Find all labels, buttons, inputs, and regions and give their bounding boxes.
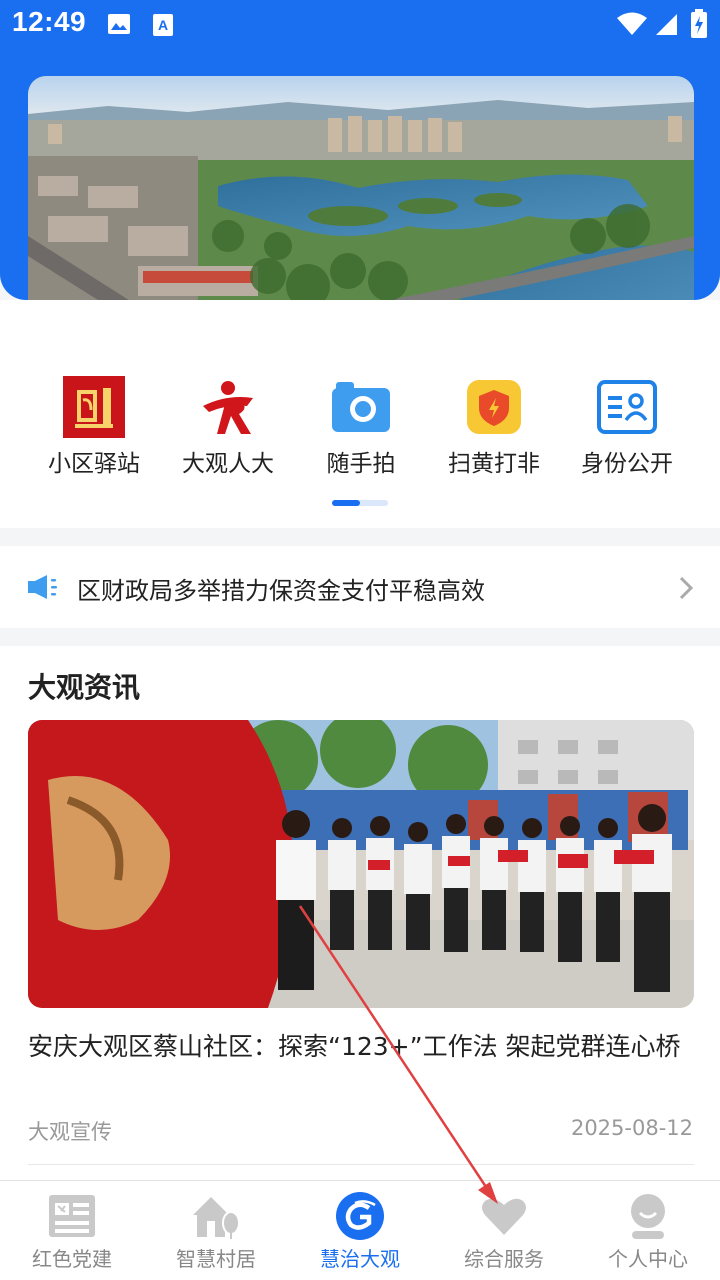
shortcut-label: 大观人大 [182, 451, 274, 477]
shortcut-label: 小区驿站 [48, 451, 140, 477]
camera-icon [332, 382, 390, 432]
tab-smart-village[interactable]: 智慧村居 [144, 1181, 288, 1280]
shortcut-npc[interactable]: 大观人大 [161, 372, 295, 482]
shortcut-community-station[interactable]: 小区驿站 [27, 372, 161, 482]
status-bar: 12:49 A [0, 0, 720, 50]
notice-text: 区财政局多举措力保资金支付平稳高效 [77, 577, 485, 605]
tab-label: 红色党建 [32, 1247, 112, 1271]
shortcut-anti-porn[interactable]: 扫黄打非 [427, 372, 561, 482]
news-title[interactable]: 安庆大观区蔡山社区：探索“123+”工作法 架起党群连心桥 [28, 1026, 694, 1068]
house-tree-icon [193, 1197, 240, 1239]
shortcut-label: 身份公开 [581, 451, 673, 477]
battery-charging-icon [691, 9, 707, 38]
tab-label: 个人中心 [608, 1247, 688, 1271]
news-date: 2025-08-12 [570, 1116, 693, 1140]
chevron-right-icon [679, 576, 694, 600]
shortcut-identity[interactable]: 身份公开 [560, 372, 694, 482]
tab-smart-governance[interactable]: 慧治大观 [288, 1181, 432, 1280]
bottom-tab-bar: 红色党建 智慧村居 慧治大观 综合服务 个人中心 [0, 1180, 720, 1280]
news-section: 大观资讯 安庆大观区蔡山社区：探索“123+”工作法 架起党群连心桥 大观宣传 … [0, 646, 720, 1186]
app-logo-icon [336, 1192, 384, 1240]
shortcut-grid: 小区驿站 大观人大 随手拍 扫黄打非 身份公开 [0, 372, 720, 482]
tab-services[interactable]: 综合服务 [432, 1181, 576, 1280]
tab-label: 智慧村居 [176, 1247, 256, 1271]
news-card-image[interactable] [28, 720, 694, 1008]
divider [28, 1164, 694, 1165]
tab-profile[interactable]: 个人中心 [576, 1181, 720, 1280]
gallery-icon [108, 14, 130, 34]
npc-logo-icon [203, 381, 253, 434]
tab-label: 慧治大观 [320, 1247, 400, 1271]
news-photo [28, 720, 694, 1008]
shortcut-snapshot[interactable]: 随手拍 [294, 372, 428, 482]
tab-label: 综合服务 [464, 1247, 544, 1271]
id-card-icon [597, 380, 657, 434]
party-board-icon [49, 1195, 95, 1237]
tab-red-party[interactable]: 红色党建 [0, 1181, 144, 1280]
status-time: 12:49 [12, 6, 87, 37]
speaker-icon [28, 575, 57, 599]
notice-bar[interactable]: 区财政局多举措力保资金支付平稳高效 [0, 546, 720, 628]
shield-icon [467, 380, 521, 434]
shortcut-label: 随手拍 [326, 451, 396, 477]
shortcut-page-indicator-active [332, 500, 360, 506]
party-flag-icon [63, 376, 125, 438]
heart-icon [482, 1198, 526, 1235]
font-app-icon: A [153, 14, 173, 36]
news-source: 大观宣传 [28, 1120, 112, 1144]
signal-icon [656, 14, 677, 35]
section-title: 大观资讯 [28, 671, 141, 704]
user-icon [631, 1194, 665, 1239]
shortcut-label: 扫黄打非 [448, 451, 540, 477]
svg-text:A: A [158, 17, 168, 33]
wifi-icon [617, 12, 647, 35]
